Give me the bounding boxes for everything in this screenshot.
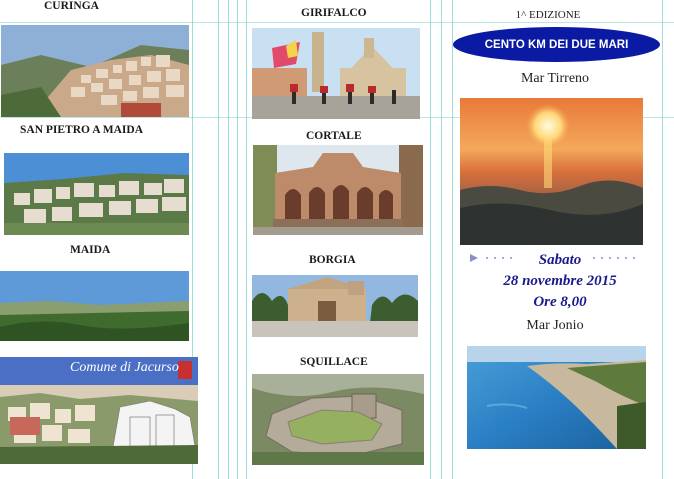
guide-line <box>662 0 663 479</box>
photo-cortale <box>253 145 423 235</box>
event-time: Ore 8,00 <box>533 294 587 310</box>
town-label-cortale: CORTALE <box>306 130 362 142</box>
town-label-curinga: CURINGA <box>44 0 99 12</box>
sea-label-jonio: Mar Jonio <box>526 318 584 333</box>
photo-coast <box>467 346 646 449</box>
event-day: Sabato <box>538 252 582 268</box>
town-label-san-pietro: SAN PIETRO A MAIDA <box>20 124 144 136</box>
photo-maida <box>0 271 189 341</box>
photo-jacurso: Comune di Jacurso <box>0 357 198 464</box>
photo-borgia <box>252 275 418 337</box>
guide-line <box>0 22 674 23</box>
town-label-squillace: SQUILLACE <box>300 356 368 368</box>
guide-line <box>246 0 247 479</box>
event-date-block: Sabato 28 novembre 2015 Ore 8,00 <box>460 250 660 313</box>
edition-label: 1^ EDIZIONE <box>515 9 581 21</box>
photo-sunset <box>460 98 643 245</box>
guide-line <box>228 0 229 479</box>
guide-line <box>441 0 442 479</box>
guide-line <box>237 0 238 479</box>
photo-curinga <box>1 25 189 117</box>
town-label-girifalco: GIRIFALCO <box>301 7 367 19</box>
photo-san-pietro <box>4 153 189 235</box>
guide-line <box>452 0 453 479</box>
jacurso-banner-text: Comune di Jacurso <box>70 360 179 375</box>
event-date: 28 novembre 2015 <box>503 273 617 289</box>
town-label-maida: MAIDA <box>70 244 111 256</box>
photo-girifalco <box>252 28 420 119</box>
guide-line <box>430 0 431 479</box>
event-title-oval: CENTO KM DEI DUE MARI <box>453 27 660 62</box>
town-label-borgia: BORGIA <box>309 254 356 266</box>
guide-line <box>218 0 219 479</box>
sea-label-tirreno: Mar Tirreno <box>520 71 590 86</box>
photo-squillace <box>252 374 424 465</box>
